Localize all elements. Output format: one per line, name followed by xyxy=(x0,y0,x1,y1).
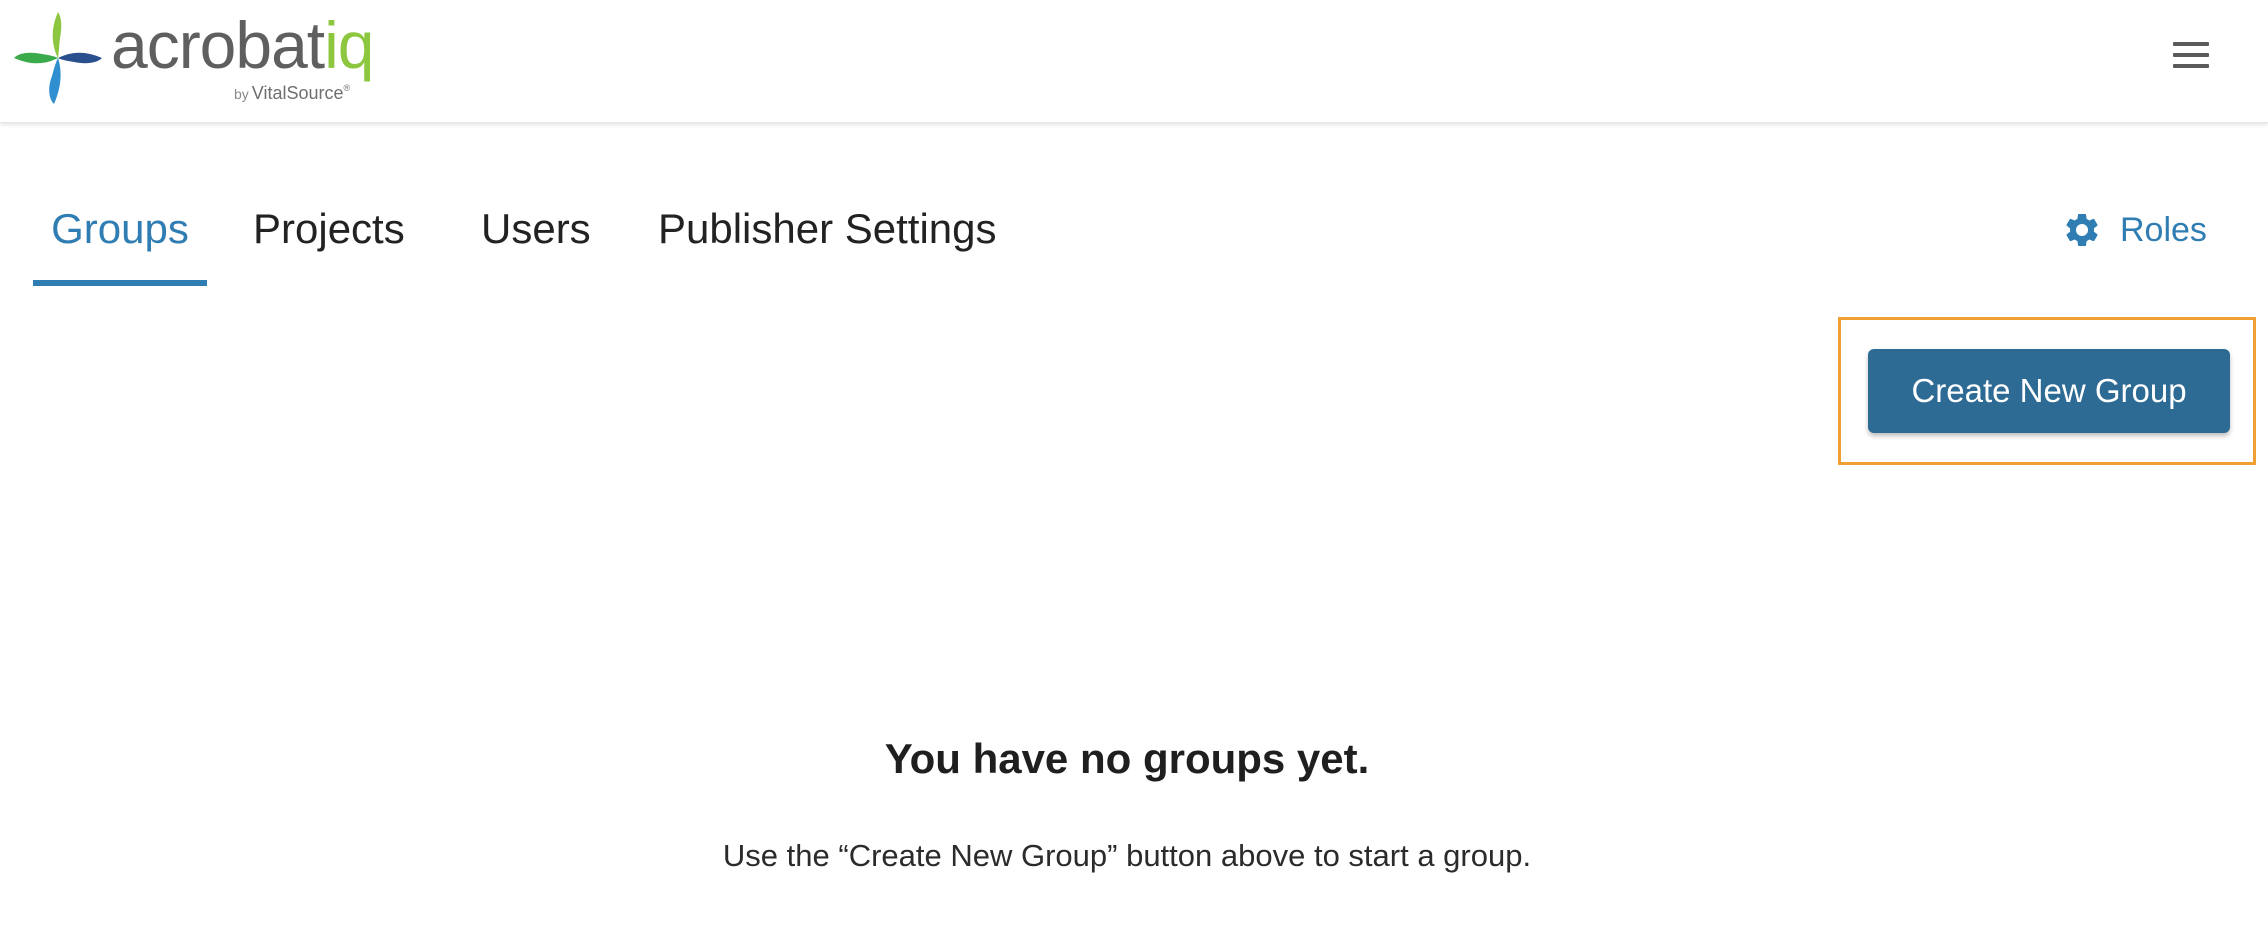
tab-publisher-settings-label: Publisher Settings xyxy=(658,205,997,252)
tab-users[interactable]: Users xyxy=(481,190,591,286)
tab-projects[interactable]: Projects xyxy=(253,190,405,286)
roles-link[interactable]: Roles xyxy=(2062,205,2207,255)
acrobatiq-logo[interactable]: acrobatiq by VitalSource® xyxy=(12,8,382,108)
top-bar: acrobatiq by VitalSource® xyxy=(0,0,2268,123)
empty-state-message: Use the “Create New Group” button above … xyxy=(722,838,1532,873)
empty-state-title: You have no groups yet. xyxy=(884,735,1370,782)
gear-icon xyxy=(2066,213,2098,246)
tab-projects-label: Projects xyxy=(253,205,405,252)
tab-publisher-settings[interactable]: Publisher Settings xyxy=(658,190,997,286)
logo-mark-icon xyxy=(14,12,102,104)
logo-byline: by VitalSource® xyxy=(234,83,351,103)
hamburger-menu-icon[interactable] xyxy=(2170,42,2212,74)
create-new-group-button[interactable]: Create New Group xyxy=(1868,349,2230,433)
tab-users-label: Users xyxy=(481,205,591,252)
tab-groups-label: Groups xyxy=(51,205,189,252)
active-tab-underline xyxy=(33,280,207,286)
tab-groups[interactable]: Groups xyxy=(33,190,207,286)
roles-label: Roles xyxy=(2120,210,2207,249)
logo-wordmark: acrobatiq xyxy=(111,8,375,82)
